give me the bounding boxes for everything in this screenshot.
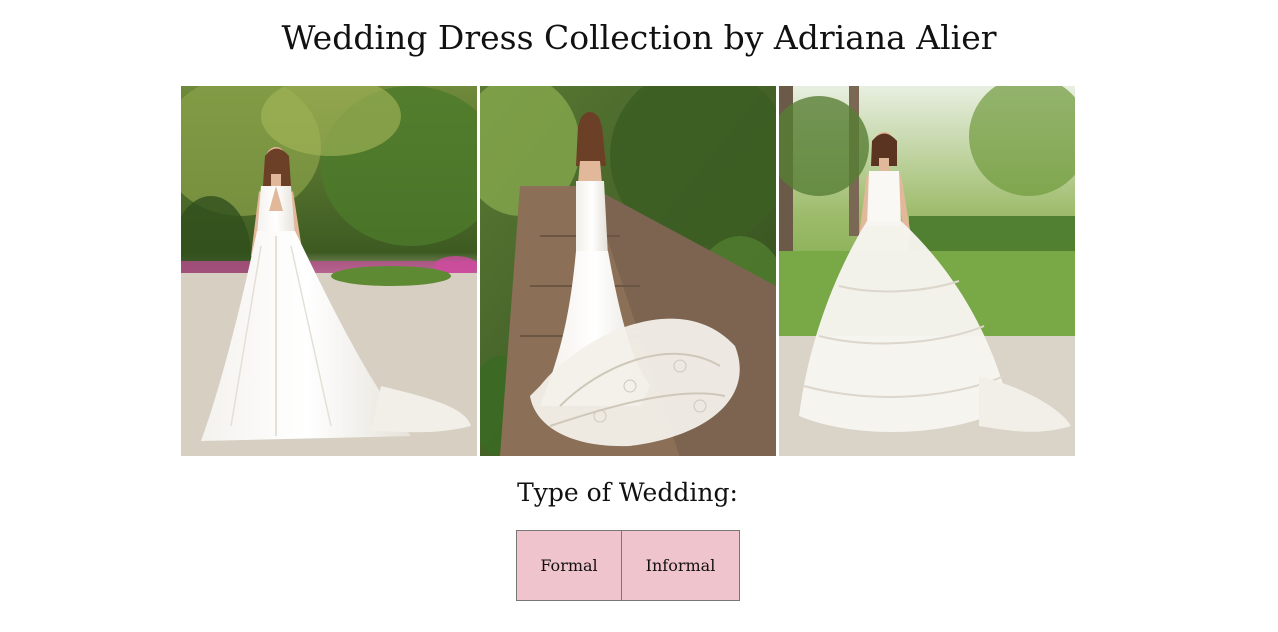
dress-image-2	[480, 86, 776, 456]
dress-photo-2	[480, 86, 776, 456]
dress-photo-1	[181, 86, 477, 456]
page: Wedding Dress Collection by Adriana Alie…	[0, 0, 1278, 632]
informal-button[interactable]: Informal	[622, 530, 740, 601]
wedding-type-heading: Type of Wedding:	[517, 478, 738, 507]
formal-button[interactable]: Formal	[516, 530, 622, 601]
wedding-type-buttons: Formal Informal	[516, 530, 740, 601]
page-title: Wedding Dress Collection by Adriana Alie…	[281, 18, 997, 57]
dress-photo-3	[779, 86, 1075, 456]
dress-gallery	[181, 86, 1075, 456]
dress-image-3	[779, 86, 1075, 456]
dress-image-1	[181, 86, 477, 456]
